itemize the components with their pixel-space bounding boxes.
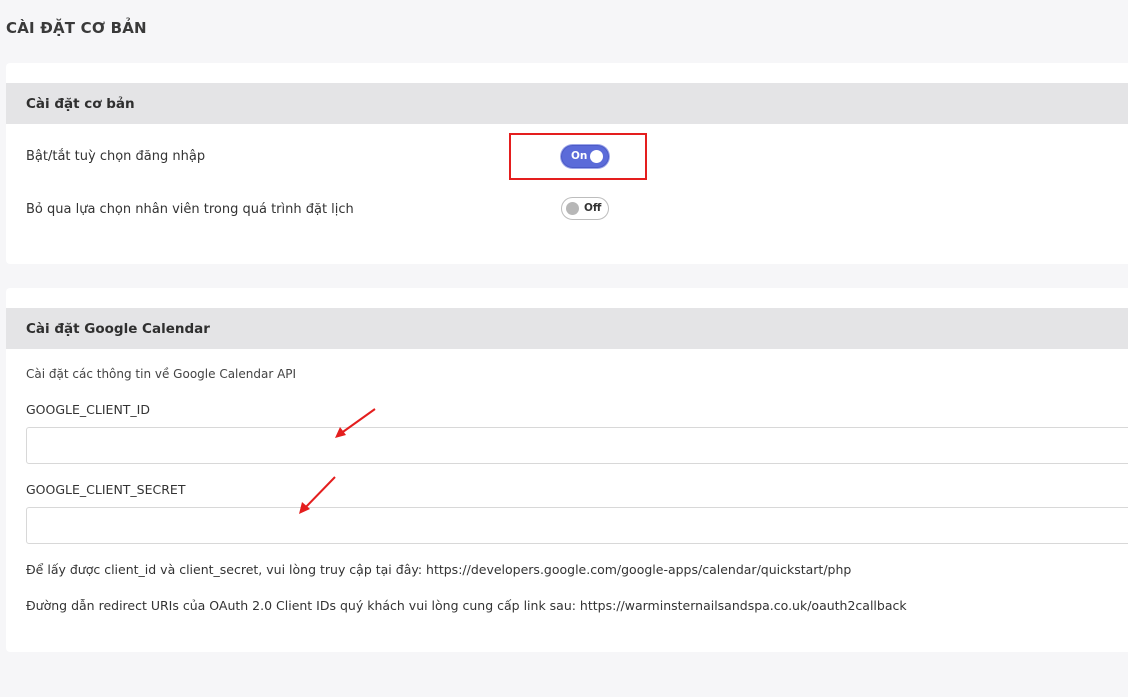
credentials-note: Để lấy được client_id và client_secret, …	[26, 562, 852, 577]
basic-settings-header-title: Cài đặt cơ bản	[26, 95, 135, 112]
client-secret-input[interactable]	[26, 507, 1128, 544]
toggle-knob	[590, 150, 603, 163]
redirect-uri-note: Đường dẫn redirect URIs của OAuth 2.0 Cl…	[26, 598, 907, 613]
google-calendar-description: Cài đặt các thông tin về Google Calendar…	[26, 367, 297, 381]
skip-staff-selection-toggle-text: Off	[584, 202, 602, 214]
client-secret-label: GOOGLE_CLIENT_SECRET	[26, 482, 186, 497]
google-calendar-header: Cài đặt Google Calendar	[6, 308, 1128, 349]
basic-settings-header: Cài đặt cơ bản	[6, 83, 1128, 124]
skip-staff-selection-label: Bỏ qua lựa chọn nhân viên trong quá trìn…	[26, 202, 354, 217]
toggle-knob	[566, 202, 579, 215]
client-id-input[interactable]	[26, 427, 1128, 464]
login-option-label: Bật/tắt tuỳ chọn đăng nhập	[26, 149, 206, 164]
page-title: CÀI ĐẶT CƠ BẢN	[6, 19, 147, 37]
client-id-label: GOOGLE_CLIENT_ID	[26, 402, 150, 417]
google-calendar-header-title: Cài đặt Google Calendar	[26, 320, 210, 337]
basic-settings-card: Cài đặt cơ bản Bật/tắt tuỳ chọn đăng nhậ…	[6, 63, 1128, 264]
login-option-toggle-text: On	[571, 150, 588, 162]
google-calendar-card: Cài đặt Google Calendar Cài đặt các thôn…	[6, 288, 1128, 652]
login-option-toggle[interactable]: On	[561, 145, 609, 168]
skip-staff-selection-toggle[interactable]: Off	[561, 197, 609, 220]
